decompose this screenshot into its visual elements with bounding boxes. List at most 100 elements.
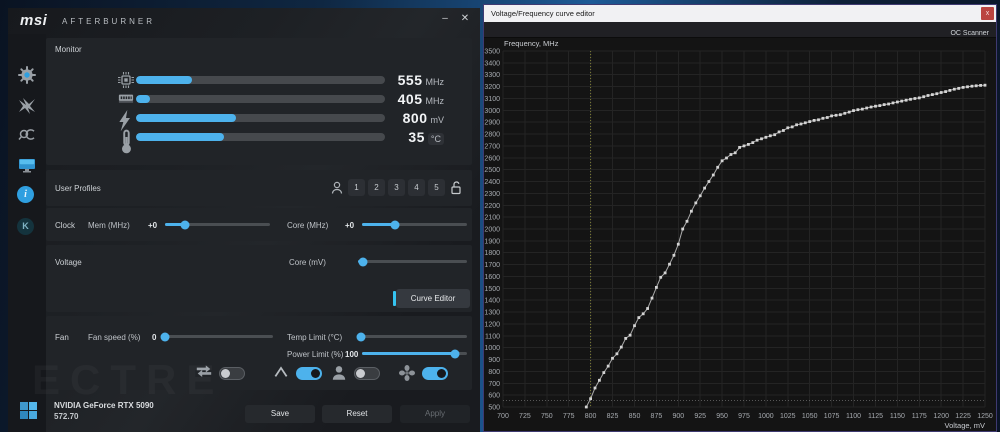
monitor-icon <box>17 155 37 175</box>
minimize-button[interactable]: – <box>436 11 454 27</box>
clock-title: Clock <box>55 221 75 230</box>
curve-editor-button[interactable]: Curve Editor <box>396 289 470 308</box>
monitor-title: Monitor <box>55 45 82 54</box>
core-voltage-unit: mV <box>431 115 445 125</box>
sync-arrows-icon <box>195 364 213 382</box>
startup-caret-icon <box>272 364 290 382</box>
svg-text:950: 950 <box>716 413 728 420</box>
monitor-panel: Monitor 555MHz <box>46 38 472 165</box>
profile-slot-3[interactable]: 3 <box>388 179 405 196</box>
svg-text:850: 850 <box>629 413 641 420</box>
svg-text:1500: 1500 <box>484 286 500 293</box>
svg-text:700: 700 <box>497 413 509 420</box>
svg-text:700: 700 <box>488 381 500 388</box>
ram-icon <box>118 91 134 107</box>
core-voltage-value: 800 <box>403 110 428 126</box>
core-clock-value: 555 <box>398 72 423 88</box>
sidebar-item-oc-scanner[interactable] <box>17 125 37 145</box>
svg-text:875: 875 <box>651 413 663 420</box>
fan-title: Fan <box>55 333 69 342</box>
user-profiles-title: User Profiles <box>55 184 101 193</box>
fan-speed-slider-knob[interactable] <box>161 332 170 341</box>
profile-slot-1[interactable]: 1 <box>348 179 365 196</box>
temp-limit-slider-knob[interactable] <box>357 332 366 341</box>
startup-toggle[interactable] <box>296 367 322 380</box>
core-clock-slider-knob[interactable] <box>390 220 399 229</box>
gpu-temperature-value: 35 <box>408 129 425 145</box>
sidebar-item-information[interactable]: i <box>17 186 37 206</box>
mem-clock-label: Mem (MHz) <box>88 221 130 230</box>
user-icon <box>329 180 345 196</box>
footer-bar: NVIDIA GeForce RTX 5090 572.70 Save Rese… <box>8 398 480 432</box>
core-clock-row: 555MHz <box>46 72 472 88</box>
fan-auto-toggle[interactable] <box>422 367 448 380</box>
svg-text:900: 900 <box>488 357 500 364</box>
core-clock-slider[interactable] <box>362 223 467 226</box>
vf-curve-plot[interactable]: 7007257507758008258508759009259509751000… <box>484 38 996 431</box>
save-button[interactable]: Save <box>245 405 315 423</box>
sidebar: i K <box>8 34 46 432</box>
profile-slot-5[interactable]: 5 <box>428 179 445 196</box>
user-profiles-panel: User Profiles 1 2 3 4 5 <box>46 170 472 206</box>
vf-curve-chart[interactable]: 7007257507758008258508759009259509751000… <box>484 38 996 431</box>
svg-text:2300: 2300 <box>484 191 500 198</box>
svg-text:750: 750 <box>541 413 553 420</box>
info-icon: i <box>17 186 34 203</box>
core-clock-unit: MHz <box>426 77 445 87</box>
close-button[interactable]: ✕ <box>456 11 474 27</box>
profile-slot-2[interactable]: 2 <box>368 179 385 196</box>
svg-text:825: 825 <box>607 413 619 420</box>
svg-text:1050: 1050 <box>802 413 818 420</box>
sidebar-item-kombustor[interactable]: K <box>17 218 37 238</box>
unlock-icon[interactable] <box>448 180 464 196</box>
svg-text:1200: 1200 <box>933 413 949 420</box>
svg-text:3200: 3200 <box>484 84 500 91</box>
mem-clock-slider-knob[interactable] <box>180 220 189 229</box>
curve-editor-window: Voltage/Frequency curve editor x OC Scan… <box>483 4 997 432</box>
svg-text:1225: 1225 <box>955 413 971 420</box>
profile-slot-4[interactable]: 4 <box>408 179 425 196</box>
core-clock-offset-value: +0 <box>345 221 354 230</box>
voltage-title: Voltage <box>55 258 82 267</box>
power-limit-slider-knob[interactable] <box>451 349 460 358</box>
svg-text:3100: 3100 <box>484 96 500 103</box>
svg-text:1125: 1125 <box>868 413 883 420</box>
afterburner-titlebar: msi AFTERBURNER – ✕ <box>8 8 480 34</box>
clock-panel: Clock Mem (MHz) +0 Core (MHz) +0 <box>46 208 472 241</box>
svg-text:800: 800 <box>585 413 597 420</box>
sync-toggle[interactable] <box>219 367 245 380</box>
sidebar-item-settings[interactable] <box>17 65 37 85</box>
svg-text:775: 775 <box>563 413 575 420</box>
temp-limit-slider[interactable] <box>358 335 467 338</box>
svg-text:2600: 2600 <box>484 155 500 162</box>
apply-button[interactable]: Apply <box>400 405 470 423</box>
svg-text:3000: 3000 <box>484 108 500 115</box>
core-clock-label: Core (MHz) <box>287 221 328 230</box>
oc-scanner-icon <box>17 125 37 145</box>
svg-text:2400: 2400 <box>484 179 500 186</box>
gpu-chip-icon <box>118 72 134 88</box>
svg-text:1150: 1150 <box>890 413 905 420</box>
memory-clock-row: 405MHz <box>46 91 472 107</box>
power-limit-slider[interactable] <box>362 352 467 355</box>
startup-toggle-group <box>272 364 322 382</box>
svg-text:1600: 1600 <box>484 274 500 281</box>
user-toggle-group <box>330 364 380 382</box>
power-limit-value: 100 <box>345 350 358 359</box>
gear-icon <box>17 65 37 85</box>
mem-clock-slider[interactable] <box>165 223 270 226</box>
svg-text:2800: 2800 <box>484 132 500 139</box>
fan-icon <box>398 364 416 382</box>
sidebar-item-monitoring[interactable] <box>17 155 37 175</box>
core-voltage-slider-knob[interactable] <box>359 257 368 266</box>
svg-text:925: 925 <box>694 413 706 420</box>
fan-speed-slider[interactable] <box>162 335 273 338</box>
curve-editor-close-button[interactable]: x <box>981 7 994 20</box>
reset-button[interactable]: Reset <box>322 405 392 423</box>
core-voltage-slider[interactable] <box>358 260 467 263</box>
sidebar-item-game-mode[interactable] <box>17 96 37 116</box>
svg-text:Frequency, MHz: Frequency, MHz <box>504 39 559 48</box>
user-toggle[interactable] <box>354 367 380 380</box>
core-voltage-label: Core (mV) <box>289 258 326 267</box>
svg-text:2700: 2700 <box>484 143 500 150</box>
